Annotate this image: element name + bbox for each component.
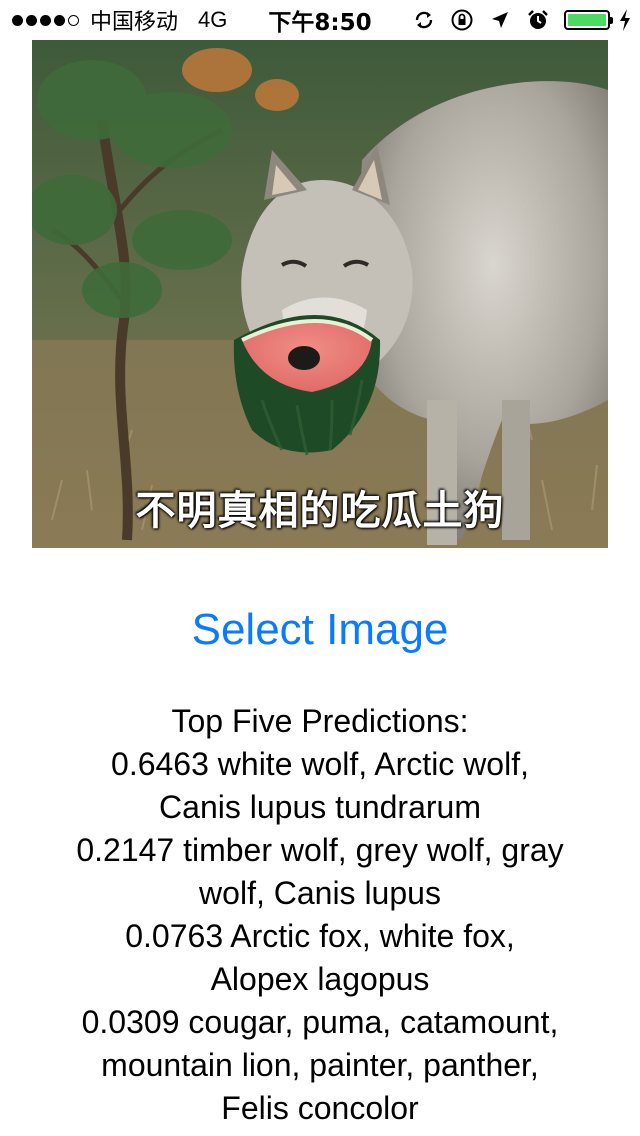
network-type: 4G bbox=[198, 7, 228, 32]
prediction-line: 0.0309 cougar, puma, catamount, bbox=[81, 1004, 559, 1040]
prediction-line: 0.2147 timber wolf, grey wolf, gray bbox=[76, 832, 564, 868]
prediction-line: wolf, Canis lupus bbox=[199, 875, 441, 911]
signal-dot bbox=[68, 14, 79, 26]
photo-caption: 不明真相的吃瓜土狗 bbox=[135, 488, 505, 534]
location-arrow-icon bbox=[488, 8, 512, 32]
prediction-line: 0.0763 Arctic fox, white fox, bbox=[125, 918, 515, 954]
status-bar-left: 中国移动 4G bbox=[12, 0, 227, 40]
prediction-line: Canis lupus tundrarum bbox=[159, 789, 481, 825]
prediction-line: mountain lion, painter, panther, bbox=[101, 1047, 539, 1083]
predictions-text: Top Five Predictions: 0.6463 white wolf,… bbox=[20, 700, 620, 1130]
select-image-button[interactable]: Select Image bbox=[0, 600, 640, 660]
rotation-lock-icon bbox=[412, 8, 436, 32]
signal-dot bbox=[54, 14, 65, 26]
prediction-line: Felis concolor bbox=[221, 1090, 419, 1126]
status-bar-right bbox=[398, 0, 632, 40]
alarm-icon bbox=[526, 8, 550, 32]
wolf-eating-watermelon-photo bbox=[32, 40, 608, 548]
signal-dot bbox=[26, 14, 37, 26]
signal-strength-icon bbox=[12, 14, 82, 26]
prediction-line: 0.6463 white wolf, Arctic wolf, bbox=[111, 746, 529, 782]
predictions-title: Top Five Predictions: bbox=[171, 703, 469, 739]
carrier-name: 中国移动 bbox=[90, 10, 179, 35]
status-bar: 中国移动 4G 下午8:50 bbox=[0, 0, 640, 40]
selected-image: 不明真相的吃瓜土狗 bbox=[32, 40, 608, 548]
orientation-lock-icon bbox=[450, 8, 474, 32]
battery-level bbox=[568, 14, 606, 26]
prediction-line: Alopex lagopus bbox=[210, 961, 430, 997]
battery-icon bbox=[564, 10, 613, 30]
signal-dot bbox=[12, 14, 23, 26]
signal-dot bbox=[40, 14, 51, 26]
charging-bolt-icon bbox=[618, 8, 632, 32]
